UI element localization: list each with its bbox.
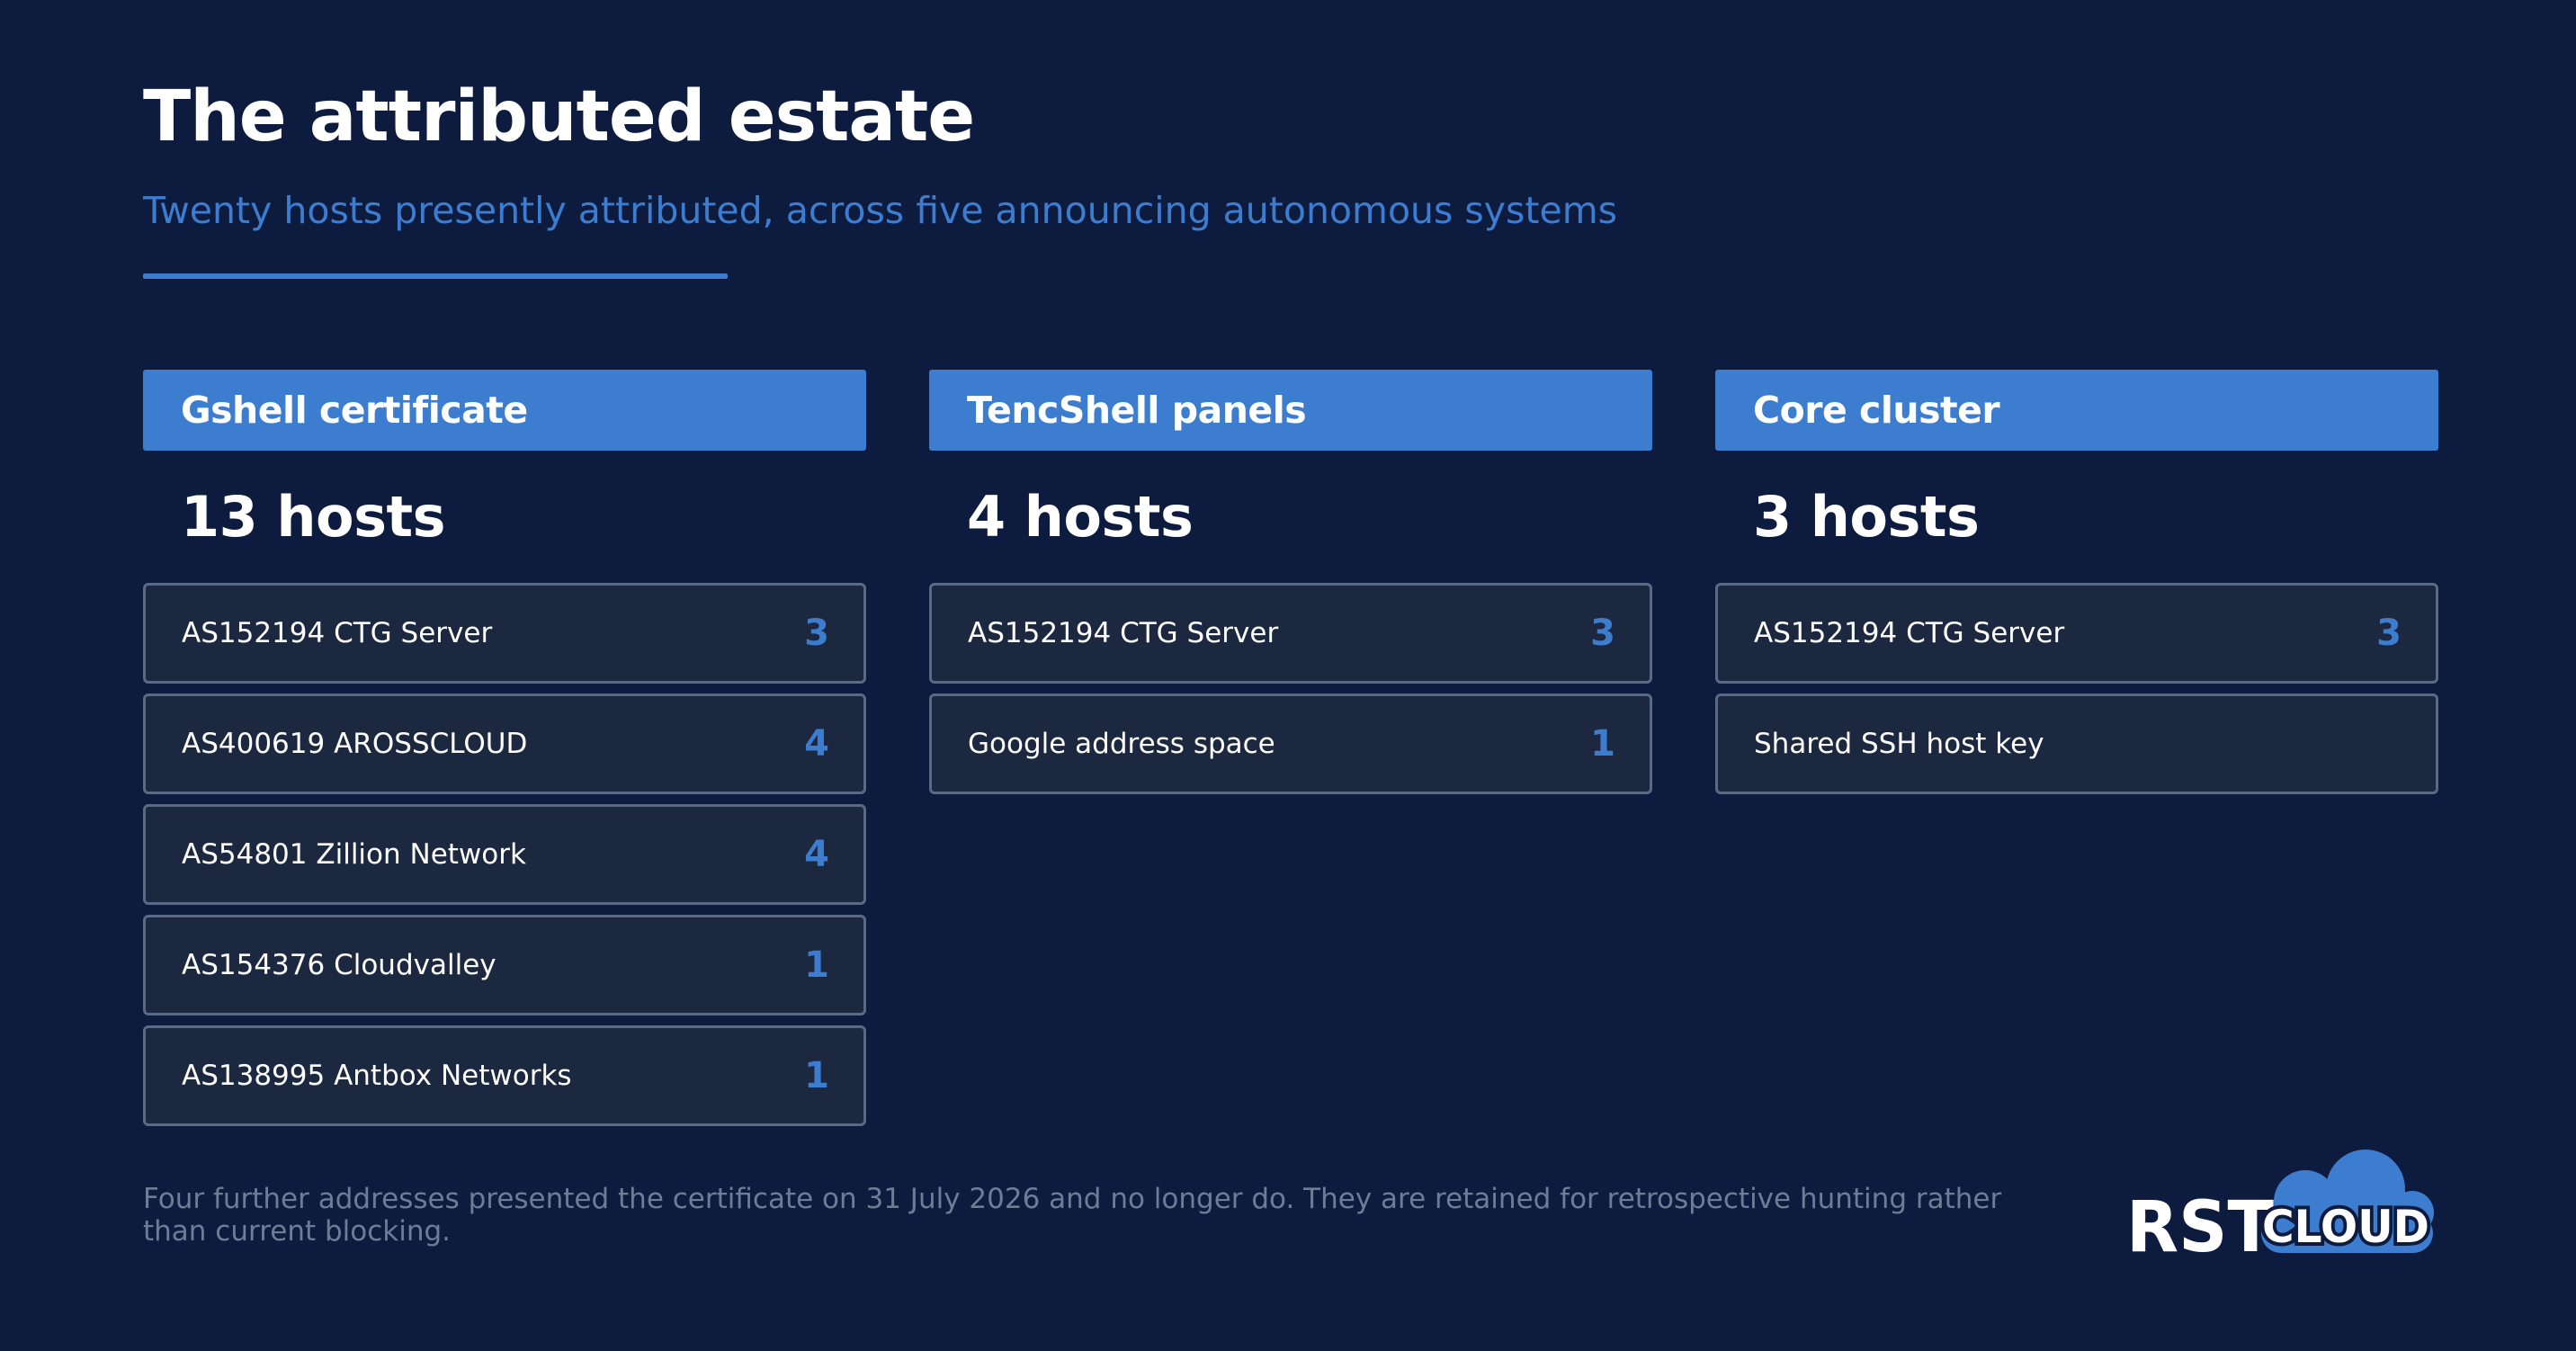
asn-row-count: 1 <box>1590 723 1615 765</box>
column-header-label: TencShell panels <box>967 389 1307 432</box>
asn-row-count: 4 <box>804 834 829 875</box>
logo-cloud-text: CLOUD <box>2262 1201 2429 1253</box>
asn-row: Google address space 1 <box>929 693 1652 794</box>
asn-list: AS152194 CTG Server 3 AS400619 AROSSCLOU… <box>143 583 866 1136</box>
asn-row: AS138995 Antbox Networks 1 <box>143 1025 866 1126</box>
column-tencshell-panels: TencShell panels 4 hosts AS152194 CTG Se… <box>929 370 1652 804</box>
asn-row: AS152194 CTG Server 3 <box>143 583 866 684</box>
asn-row: AS154376 Cloudvalley 1 <box>143 915 866 1015</box>
host-count: 4 hosts <box>967 484 1194 550</box>
rst-cloud-logo: RST CLOUD <box>2126 1150 2434 1257</box>
asn-row-count: 4 <box>804 723 829 765</box>
page-title: The attributed estate <box>143 76 975 157</box>
page-subtitle: Twenty hosts presently attributed, acros… <box>143 189 1617 232</box>
logo-wordmark: RST <box>2126 1187 2274 1257</box>
asn-row-count: 3 <box>804 613 829 654</box>
column-header: Core cluster <box>1715 370 2438 451</box>
asn-row-count: 1 <box>804 1055 829 1096</box>
asn-row: AS152194 CTG Server 3 <box>1715 583 2438 684</box>
column-header: Gshell certificate <box>143 370 866 451</box>
asn-row: AS152194 CTG Server 3 <box>929 583 1652 684</box>
asn-row-count: 1 <box>804 944 829 986</box>
column-header-label: Gshell certificate <box>181 389 528 432</box>
asn-row-count: 3 <box>2376 613 2402 654</box>
accent-divider <box>143 273 728 279</box>
asn-row: AS400619 AROSSCLOUD 4 <box>143 693 866 794</box>
asn-row-label: Shared SSH host key <box>1754 728 2044 760</box>
asn-row-label: AS152194 CTG Server <box>968 617 1279 649</box>
column-core-cluster: Core cluster 3 hosts AS152194 CTG Server… <box>1715 370 2438 804</box>
host-count: 3 hosts <box>1753 484 1980 550</box>
asn-row-label: Google address space <box>968 728 1275 760</box>
host-count: 13 hosts <box>181 484 446 550</box>
asn-list: AS152194 CTG Server 3 Shared SSH host ke… <box>1715 583 2438 804</box>
footnote: Four further addresses presented the cer… <box>143 1183 2002 1248</box>
asn-row-label: AS54801 Zillion Network <box>182 838 526 871</box>
asn-row-label: AS152194 CTG Server <box>182 617 493 649</box>
asn-row-label: AS154376 Cloudvalley <box>182 949 496 981</box>
asn-row-label: AS138995 Antbox Networks <box>182 1060 572 1092</box>
asn-row-label: AS152194 CTG Server <box>1754 617 2065 649</box>
asn-row: Shared SSH host key <box>1715 693 2438 794</box>
column-header: TencShell panels <box>929 370 1652 451</box>
asn-row: AS54801 Zillion Network 4 <box>143 804 866 905</box>
asn-row-count: 3 <box>1590 613 1615 654</box>
column-gshell-certificate: Gshell certificate 13 hosts AS152194 CTG… <box>143 370 866 1136</box>
asn-list: AS152194 CTG Server 3 Google address spa… <box>929 583 1652 804</box>
asn-row-label: AS400619 AROSSCLOUD <box>182 728 528 760</box>
column-header-label: Core cluster <box>1753 389 2000 432</box>
